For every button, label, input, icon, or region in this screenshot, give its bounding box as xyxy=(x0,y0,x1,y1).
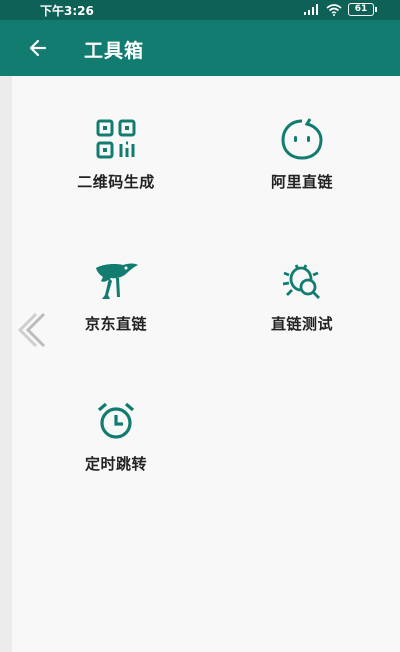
bug-search-icon xyxy=(279,258,325,304)
alibaba-face-icon xyxy=(279,116,325,162)
wifi-icon xyxy=(326,3,342,16)
alarm-clock-icon xyxy=(93,398,139,444)
tool-label: 定时跳转 xyxy=(84,455,147,473)
qr-code-icon xyxy=(93,116,139,162)
tool-label: 直链测试 xyxy=(270,315,333,333)
drawer-handle[interactable] xyxy=(14,312,48,348)
tool-label: 二维码生成 xyxy=(77,173,155,191)
tool-label: 阿里直链 xyxy=(270,173,333,191)
jd-dog-icon xyxy=(93,258,139,304)
tool-grid: 二维码生成 阿里直链 京东直链 直链测试 定时跳转 xyxy=(12,76,400,652)
back-button[interactable] xyxy=(24,34,52,62)
status-icons: 61 xyxy=(304,3,377,16)
status-bar: 下午3:26 61 xyxy=(0,0,400,20)
side-strip xyxy=(0,76,12,652)
signal-icon xyxy=(304,4,318,15)
tool-qr-generate[interactable]: 二维码生成 xyxy=(46,116,186,192)
tool-timed-jump[interactable]: 定时跳转 xyxy=(46,398,186,474)
back-arrow-icon xyxy=(29,39,47,57)
app-bar: 工具箱 xyxy=(0,20,400,76)
tool-label: 京东直链 xyxy=(84,315,147,333)
page-title: 工具箱 xyxy=(84,40,145,62)
tool-link-test[interactable]: 直链测试 xyxy=(232,258,372,334)
status-time: 下午3:26 xyxy=(40,4,94,18)
battery-indicator: 61 xyxy=(348,3,377,16)
double-chevron-left-icon xyxy=(17,312,46,348)
tool-ali-link[interactable]: 阿里直链 xyxy=(232,116,372,192)
tool-jd-link[interactable]: 京东直链 xyxy=(46,258,186,334)
